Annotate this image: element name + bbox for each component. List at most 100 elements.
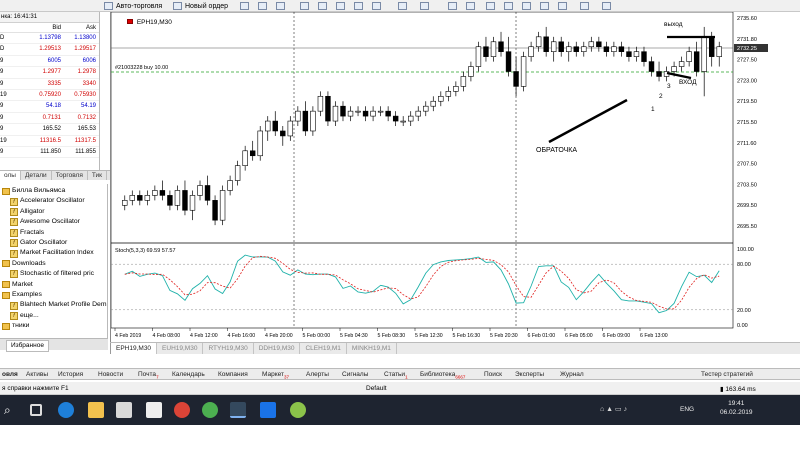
tab-calendar[interactable]: Календарь [172,370,205,380]
tray-icons[interactable]: ⌂ ▲ ▭ ♪ [600,405,627,413]
market-watch-row[interactable]: 19 0.75920 0.75930 [0,90,99,102]
chart-shift-icon[interactable] [372,2,381,10]
market-watch-tab[interactable]: Торговля [52,171,88,180]
navigator-item[interactable]: f Alligator [10,207,45,217]
tab-market[interactable]: Маркет37 [262,370,289,382]
app-icon-green[interactable] [202,402,218,418]
app-icon-lime[interactable] [290,402,306,418]
market-watch-row[interactable]: 9 3335 3340 [0,79,99,90]
market-watch-row[interactable]: 19 11316.5 11317.5 [0,136,99,147]
market-watch-row[interactable]: 9 0.7131 0.7132 [0,113,99,125]
market-watch-row[interactable]: D 1.13798 1.13800 [0,33,99,45]
app-icon-blue[interactable] [260,402,276,418]
navigator-item[interactable]: f Fractals [10,228,44,238]
fibo-icon[interactable] [558,2,567,10]
market-watch-row[interactable]: 9 54.18 54.19 [0,101,99,113]
crosshair-icon[interactable] [466,2,475,10]
horizontal-line-icon[interactable] [504,2,513,10]
col-ask[interactable]: Ask [86,23,96,33]
candle-body [513,71,519,87]
time-tick-label: 5 Feb 12:30 [415,333,443,339]
chart-tab-mink[interactable]: MINKH19,M1 [347,343,397,354]
tab-library[interactable]: Библиотека6667 [420,370,465,382]
tab-journal[interactable]: Журнал [560,370,584,380]
navigator-item[interactable]: f еще... [10,311,39,321]
new-order-icon[interactable] [173,2,182,10]
templates-icon[interactable] [420,2,429,10]
chart-tab-ddh[interactable]: DDH19,M30 [254,343,301,354]
periods-icon[interactable] [398,2,407,10]
tab-assets[interactable]: Активы [26,370,48,380]
store-icon[interactable] [116,402,132,418]
chart-tab-eph[interactable]: EPH19,M30 [110,343,158,354]
task-view-icon[interactable] [30,404,42,416]
tab-search[interactable]: Поиск [484,370,502,380]
market-watch-tab[interactable]: Тик [88,171,108,180]
navigator-item[interactable]: f Market Facilitation Index [10,248,94,258]
tab-articles[interactable]: Статьи1 [384,370,408,382]
navigator-item[interactable]: f Gator Oscillator [10,238,67,248]
candle-body [581,46,587,52]
mail-icon[interactable] [146,402,162,418]
navigator-item[interactable]: Market [2,280,33,290]
cursor-icon[interactable] [448,2,457,10]
candle-body [423,105,429,112]
chart-tab-euh[interactable]: EUH19,M30 [157,343,204,354]
text-tool-icon[interactable] [580,2,589,10]
tab-history[interactable]: История [58,370,83,380]
col-bid[interactable]: Bid [52,23,61,33]
new-order-button[interactable]: Новый ордер [185,1,228,11]
line-chart-icon[interactable] [276,2,285,10]
navigator-item[interactable]: Билла Вильямса [2,186,65,196]
explorer-icon[interactable] [88,402,104,418]
chart-window[interactable]: 2735.60 2731.80 2727.50 2723.00 2719.50 2715.… [110,12,768,342]
tray-clock[interactable]: 19:41 06.02.2019 [720,399,753,417]
market-watch-row[interactable]: 9 6005 6006 [0,56,99,68]
tab-experts[interactable]: Эксперты [515,370,544,380]
metatrader-icon[interactable] [230,402,246,418]
navigator-item[interactable]: Downloads [2,259,46,269]
vertical-line-icon[interactable] [486,2,495,10]
tab-trade[interactable]: овля [2,370,18,380]
zoom-out-icon[interactable] [318,2,327,10]
tray-language[interactable]: ENG [680,406,694,413]
navigator-item[interactable]: f Blahtech Market Profile Dem [10,300,107,310]
search-icon[interactable]: ⌕ [4,402,20,418]
annotation-exit: выход [664,21,683,28]
zoom-in-icon[interactable] [300,2,309,10]
tab-news[interactable]: Новости [98,370,123,380]
tab-strategy-tester[interactable]: Тестер стратегий [701,370,753,380]
chart-tab-cle[interactable]: CLEH19,M1 [300,343,347,354]
trendline-icon[interactable] [522,2,531,10]
arrows-tool-icon[interactable] [602,2,611,10]
chart-canvas[interactable]: 2735.60 2731.80 2727.50 2723.00 2719.50 2715.… [111,12,769,342]
channel-icon[interactable] [540,2,549,10]
market-watch-tab[interactable]: олы [0,171,21,180]
tab-alerts[interactable]: Алерты [306,370,329,380]
chrome-icon[interactable] [174,402,190,418]
ask-cell: 54.19 [80,103,96,110]
navigator-item[interactable]: f Awesome Oscillator [10,217,80,227]
edge-icon[interactable] [58,402,74,418]
candles-icon[interactable] [258,2,267,10]
navigator-item[interactable]: f Stochastic of filtered pric [10,269,94,279]
bar-chart-icon[interactable] [240,2,249,10]
autotrade-icon[interactable] [104,2,113,10]
navigator-item[interactable]: Examples [2,290,42,300]
tab-favorites[interactable]: Избранное [6,340,49,352]
market-watch-row[interactable]: 9 1.2977 1.2978 [0,67,99,79]
autotrade-button[interactable]: Авто-торговля [116,1,162,11]
market-watch-tab[interactable]: Детали [21,171,52,180]
tab-company[interactable]: Компания [218,370,248,380]
scroll-chart-icon[interactable] [354,2,363,10]
tab-mail[interactable]: Почта7 [138,370,159,382]
chart-tab-rty[interactable]: RTYH19,M30 [203,343,254,354]
market-watch-row[interactable]: D 1.29513 1.29517 [0,44,99,56]
navigator-item[interactable]: f Accelerator Oscillator [10,196,85,206]
tile-windows-icon[interactable] [336,2,345,10]
market-watch-row[interactable]: 9 111.850 111.855 [0,147,99,159]
candle-body [212,200,218,221]
tab-signals[interactable]: Сигналы [342,370,368,380]
market-watch-row[interactable]: 9 165.52 165.53 [0,124,99,136]
navigator-item[interactable]: тники [2,321,29,331]
